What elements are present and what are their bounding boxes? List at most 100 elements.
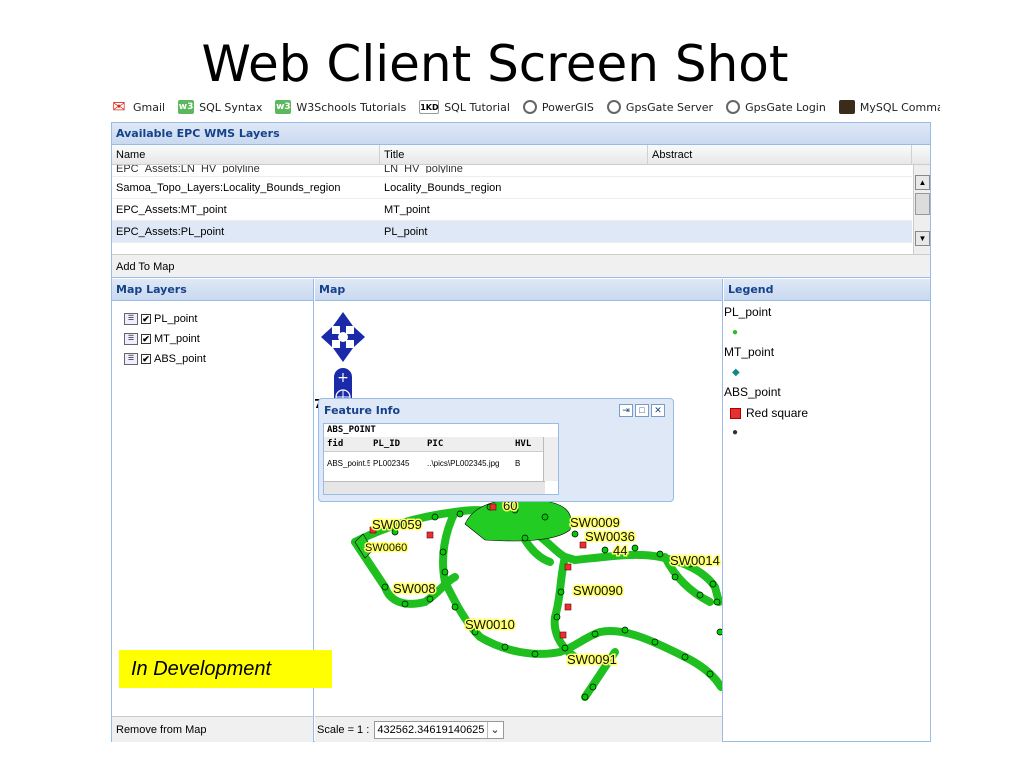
scale-label: Scale = 1 :: [317, 724, 370, 736]
popup-tools: ⇥ □ ✕: [617, 404, 665, 417]
layer-item-pl-point[interactable]: ☰ ✔ PL_point: [124, 309, 206, 329]
chevron-down-icon[interactable]: ⌄: [487, 722, 501, 739]
1kd-icon: 1KD: [419, 100, 440, 114]
panel-title: Legend: [724, 279, 930, 301]
legend-panel: Legend PL_point ● MT_point ◆ ABS_point R…: [724, 279, 930, 742]
layer-label: ABS_point: [154, 353, 206, 365]
feature-table: ABS_POINT fid PL_ID PIC HVL ABS_point.53…: [323, 423, 559, 495]
grid-header: Name Title Abstract: [112, 145, 930, 165]
popup-vertical-scrollbar[interactable]: [543, 437, 558, 481]
map-label: SW0036: [585, 529, 635, 544]
teal-diamond-icon: ◆: [732, 367, 740, 378]
legend-layer-name: PL_point: [724, 305, 772, 319]
available-layers-panel: Available EPC WMS Layers Name Title Abst…: [112, 123, 930, 278]
bookmark-label: W3Schools Tutorials: [296, 100, 407, 114]
map-label: SW0090: [573, 583, 623, 598]
cell-title: LN_HV_polyline: [384, 165, 463, 173]
column-header-title[interactable]: Title: [380, 145, 648, 165]
bookmark-gpsgate-server[interactable]: GpsGate Server: [606, 100, 714, 114]
layer-checkbox[interactable]: ✔: [141, 334, 151, 344]
grid-scrollbar[interactable]: ▲ ▼: [913, 165, 930, 255]
bookmark-label: GpsGate Server: [625, 100, 714, 114]
table-row[interactable]: EPC_Assets:LN_HV_polyline LN_HV_polyline: [112, 165, 912, 177]
bookmark-sql-tutorial[interactable]: 1KD SQL Tutorial: [419, 100, 510, 114]
map-label: SW0091: [567, 652, 617, 667]
w3-icon: w3: [178, 100, 195, 114]
cell: ..\pics\PL002345.jpg: [427, 459, 500, 468]
popup-horizontal-scrollbar[interactable]: [324, 481, 545, 494]
cell-title: MT_point: [384, 204, 430, 216]
layer-icon: ☰: [124, 313, 138, 325]
cell-name: Samoa_Topo_Layers:Locality_Bounds_region: [116, 182, 341, 194]
grid-body: EPC_Assets:LN_HV_polyline LN_HV_polyline…: [112, 165, 912, 255]
cell-title: Locality_Bounds_region: [384, 182, 502, 194]
feature-info-popup[interactable]: Feature Info ⇥ □ ✕ ABS_POINT fid PL_ID P…: [318, 398, 674, 502]
map-label: SW008: [393, 581, 436, 596]
column-header-abstract[interactable]: Abstract: [648, 145, 912, 165]
bookmark-gmail[interactable]: ✉ Gmail: [110, 99, 165, 115]
close-icon[interactable]: ✕: [651, 404, 665, 417]
cell-title: PL_point: [384, 226, 428, 238]
map-label: 44: [613, 543, 627, 558]
table-row[interactable]: ABS_point.53 PL002345 ..\pics\PL002345.j…: [324, 452, 558, 476]
legend-body: PL_point ● MT_point ◆ ABS_point Red squa…: [724, 303, 808, 443]
slide-title: Web Client Screen Shot: [201, 35, 789, 93]
bookmark-mysql-commands[interactable]: MySQL Commands: [838, 100, 940, 114]
add-to-map-button[interactable]: Add To Map: [112, 254, 930, 278]
layer-checkbox[interactable]: ✔: [141, 314, 151, 324]
map-label: SW0010: [465, 617, 515, 632]
map-svg[interactable]: + − 7: [315, 302, 723, 714]
red-square-icon: [730, 407, 741, 419]
column-header: fid: [327, 439, 344, 449]
mysql-icon: [838, 100, 855, 114]
scale-value: 432562.34619140625: [377, 724, 485, 737]
globe-icon: [726, 100, 741, 114]
in-development-label: In Development: [119, 650, 332, 688]
bookmark-sql-syntax[interactable]: w3 SQL Syntax: [178, 100, 262, 114]
cell: B: [515, 459, 521, 468]
scroll-down-icon[interactable]: ▼: [915, 231, 930, 246]
green-dot-icon: ●: [732, 327, 739, 338]
bookmark-powergis[interactable]: PowerGIS: [522, 100, 594, 114]
table-row[interactable]: Samoa_Topo_Layers:Locality_Bounds_region…: [112, 177, 912, 199]
pan-control-icon[interactable]: [321, 312, 365, 362]
column-header-name[interactable]: Name: [112, 145, 380, 165]
table-row[interactable]: EPC_Assets:MT_point MT_point: [112, 199, 912, 221]
map-canvas[interactable]: + − 7: [315, 302, 723, 714]
layer-icon: ☰: [124, 333, 138, 345]
layer-checkbox[interactable]: ✔: [141, 354, 151, 364]
layer-item-mt-point[interactable]: ☰ ✔ MT_point: [124, 329, 206, 349]
map-label: SW0060: [365, 542, 407, 554]
map-label: SW0009: [570, 515, 620, 530]
globe-icon: [522, 100, 537, 114]
cell: PL002345: [373, 459, 410, 468]
map-label: SW0059: [372, 517, 422, 532]
scroll-thumb[interactable]: [915, 193, 930, 215]
layer-tree: ☰ ✔ PL_point ☰ ✔ MT_point ☰ ✔ ABS_point: [124, 309, 206, 369]
panel-title: Available EPC WMS Layers: [112, 123, 930, 145]
bookmark-gpsgate-login[interactable]: GpsGate Login: [726, 100, 826, 114]
column-header: PL_ID: [373, 439, 401, 449]
legend-layer-name: MT_point: [724, 345, 775, 359]
svg-text:+: +: [337, 370, 349, 386]
cell-name: EPC_Assets:PL_point: [116, 226, 225, 238]
layer-icon: ☰: [124, 353, 138, 365]
column-header: PIC: [427, 439, 444, 449]
bookmark-w3schools[interactable]: w3 W3Schools Tutorials: [275, 100, 406, 114]
layer-label: MT_point: [154, 333, 200, 345]
globe-icon: [606, 100, 621, 114]
w3-icon: w3: [275, 100, 292, 114]
bookmark-label: MySQL Commands: [859, 100, 940, 114]
cell-name: EPC_Assets:LN_HV_polyline: [116, 165, 260, 173]
legend-item: Red square: [724, 403, 808, 423]
bookmark-label: PowerGIS: [541, 100, 594, 114]
bookmark-label: SQL Tutorial: [444, 100, 510, 114]
scale-dropdown[interactable]: 432562.34619140625 ⌄: [374, 721, 505, 740]
scroll-up-icon[interactable]: ▲: [915, 175, 930, 190]
pin-icon[interactable]: ⇥: [619, 404, 633, 417]
table-row-selected[interactable]: EPC_Assets:PL_point PL_point: [112, 221, 912, 243]
remove-from-map-button[interactable]: Remove from Map: [112, 716, 313, 742]
bookmark-label: SQL Syntax: [199, 100, 263, 114]
maximize-icon[interactable]: □: [635, 404, 649, 417]
layer-item-abs-point[interactable]: ☰ ✔ ABS_point: [124, 349, 206, 369]
